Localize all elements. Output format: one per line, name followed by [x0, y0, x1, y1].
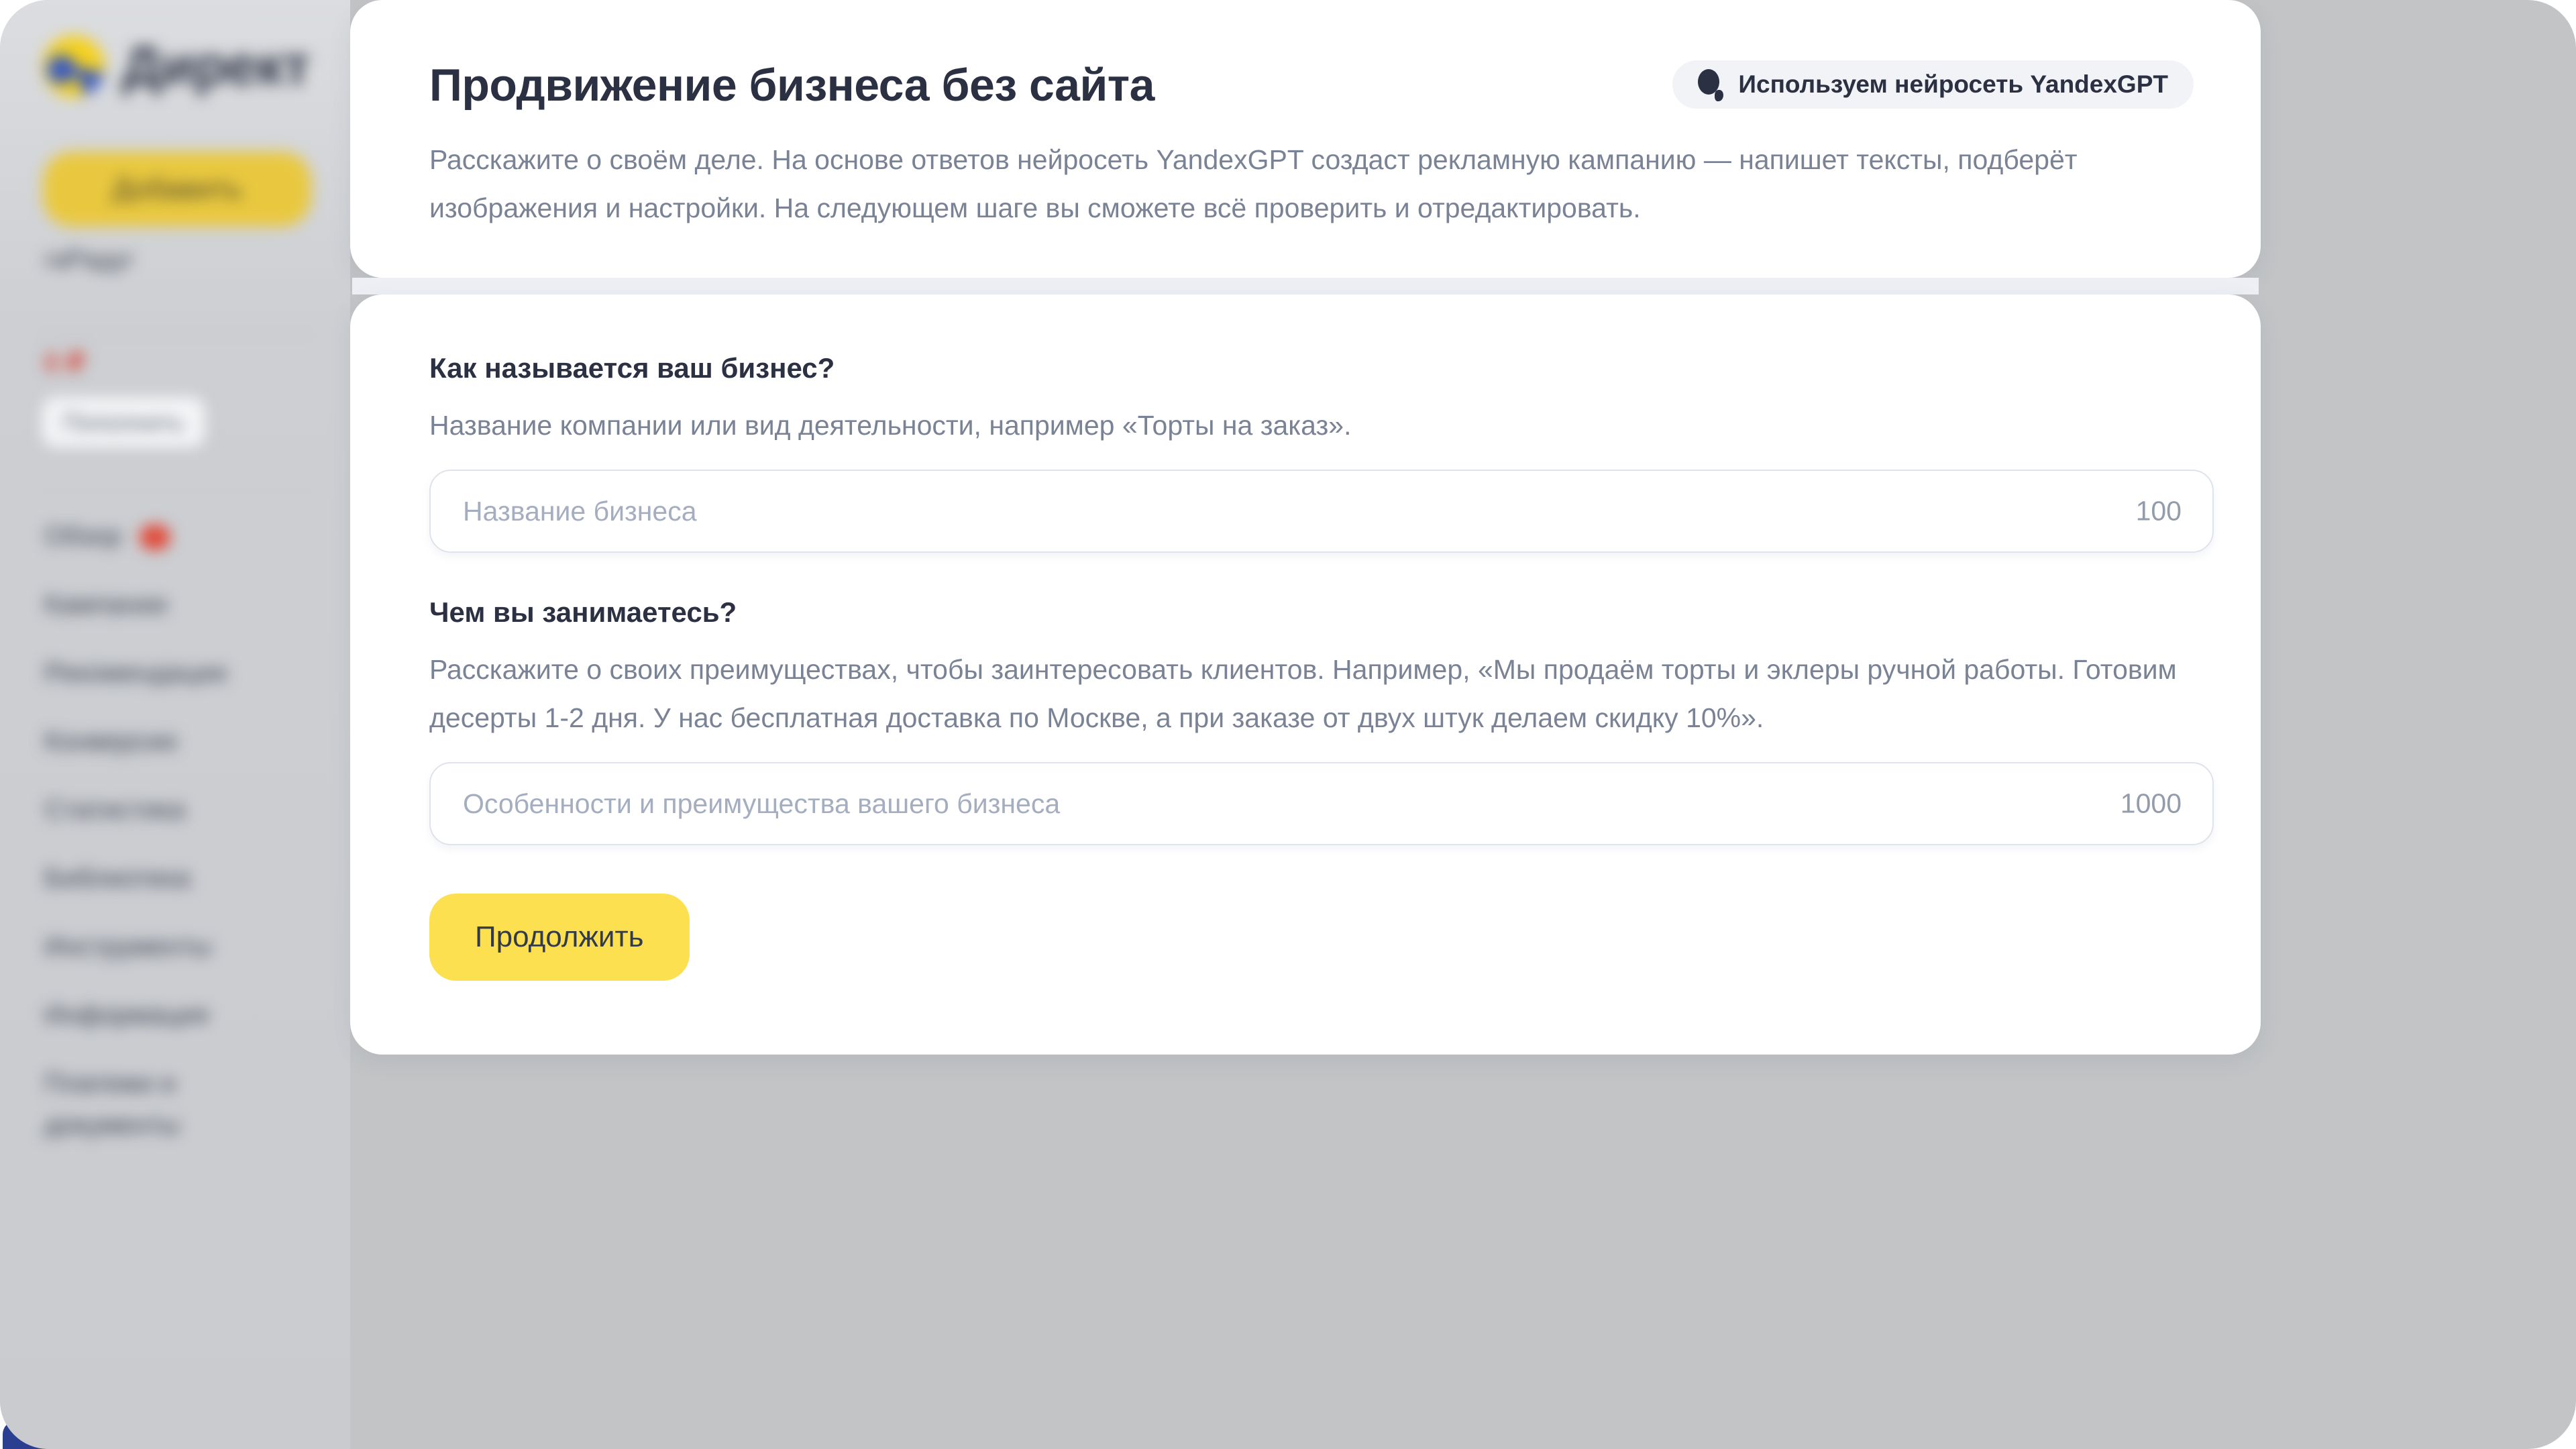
sidebar-item-label: Обзор	[44, 521, 122, 551]
business-activity-hint: Расскажите о своих преимуществах, чтобы …	[429, 645, 2214, 742]
logo-text: Директ	[122, 35, 310, 98]
sidebar-item-label: Конверсии	[44, 727, 177, 756]
overview-count-badge	[140, 525, 170, 550]
main-content: Продвижение бизнеса без сайта Используем…	[350, 0, 2261, 1055]
sidebar-item-label: Информация	[44, 1000, 209, 1030]
yandexgpt-icon-comma	[1715, 90, 1723, 101]
account-username[interactable]: гаРадуг	[44, 246, 134, 274]
sidebar-divider	[39, 486, 313, 487]
business-name-hint: Название компании или вид деятельности, …	[429, 401, 2214, 449]
sidebar-item-label: Рекомендации	[44, 658, 227, 688]
business-name-field: 100	[429, 470, 2214, 553]
topup-button[interactable]: Пополнить	[42, 397, 205, 448]
sidebar-item-1[interactable]: Обзор	[44, 515, 270, 557]
sidebar-item-label: Платежи и документы	[44, 1069, 180, 1140]
yandexgpt-badge-label: Используем нейросеть YandexGPT	[1738, 70, 2168, 99]
sidebar-item-label: Инструменты	[44, 932, 211, 961]
sidebar-item-3[interactable]: Рекомендации	[44, 652, 270, 694]
page-description: Расскажите о своём деле. На основе ответ…	[429, 136, 2194, 232]
sidebar-blurred-content: Директ Добавить гаРадуг 0 ₽ Пополнить Об…	[0, 0, 350, 1449]
yandexgpt-badge: Используем нейросеть YandexGPT	[1672, 60, 2194, 109]
sidebar-item-7[interactable]: Инструменты	[44, 926, 270, 967]
sidebar-nav: Обзор Кампании Рекомендации Конверсии Статис…	[44, 515, 270, 1173]
header-card: Продвижение бизнеса без сайта Используем…	[350, 0, 2261, 278]
sidebar-item-label: Статистика	[44, 795, 185, 824]
app-window: Директ Добавить гаРадуг 0 ₽ Пополнить Об…	[0, 0, 2576, 1449]
business-name-input[interactable]	[429, 470, 2214, 553]
business-activity-input[interactable]	[429, 762, 2214, 845]
page-title: Продвижение бизнеса без сайта	[429, 58, 1155, 113]
sidebar-item-8[interactable]: Информация	[44, 994, 270, 1036]
card-separator	[352, 278, 2259, 294]
sidebar-item-9[interactable]: Платежи и документы	[44, 1063, 270, 1146]
add-campaign-button[interactable]: Добавить	[43, 152, 311, 227]
account-balance: 0 ₽	[44, 347, 85, 378]
sidebar: Директ Добавить гаРадуг 0 ₽ Пополнить Об…	[0, 0, 350, 1449]
direct-logo[interactable]: Директ	[43, 35, 310, 98]
business-name-label: Как называется ваш бизнес?	[429, 352, 2214, 385]
business-activity-field: 1000	[429, 762, 2214, 845]
continue-button[interactable]: Продолжить	[429, 894, 690, 981]
title-row: Продвижение бизнеса без сайта Используем…	[429, 58, 2194, 113]
yandex-logo-icon	[43, 36, 105, 97]
sidebar-item-5[interactable]: Статистика	[44, 789, 270, 830]
sidebar-item-2[interactable]: Кампании	[44, 584, 270, 625]
sidebar-item-4[interactable]: Конверсии	[44, 720, 270, 762]
sidebar-item-label: Кампании	[44, 590, 168, 619]
sidebar-divider	[39, 334, 313, 335]
yandexgpt-icon	[1698, 68, 1723, 101]
form-card: Как называется ваш бизнес? Название комп…	[350, 294, 2261, 1055]
business-activity-label: Чем вы занимаетесь?	[429, 596, 2214, 629]
sidebar-item-6[interactable]: Библиотека	[44, 857, 270, 899]
sidebar-item-label: Библиотека	[44, 863, 191, 893]
